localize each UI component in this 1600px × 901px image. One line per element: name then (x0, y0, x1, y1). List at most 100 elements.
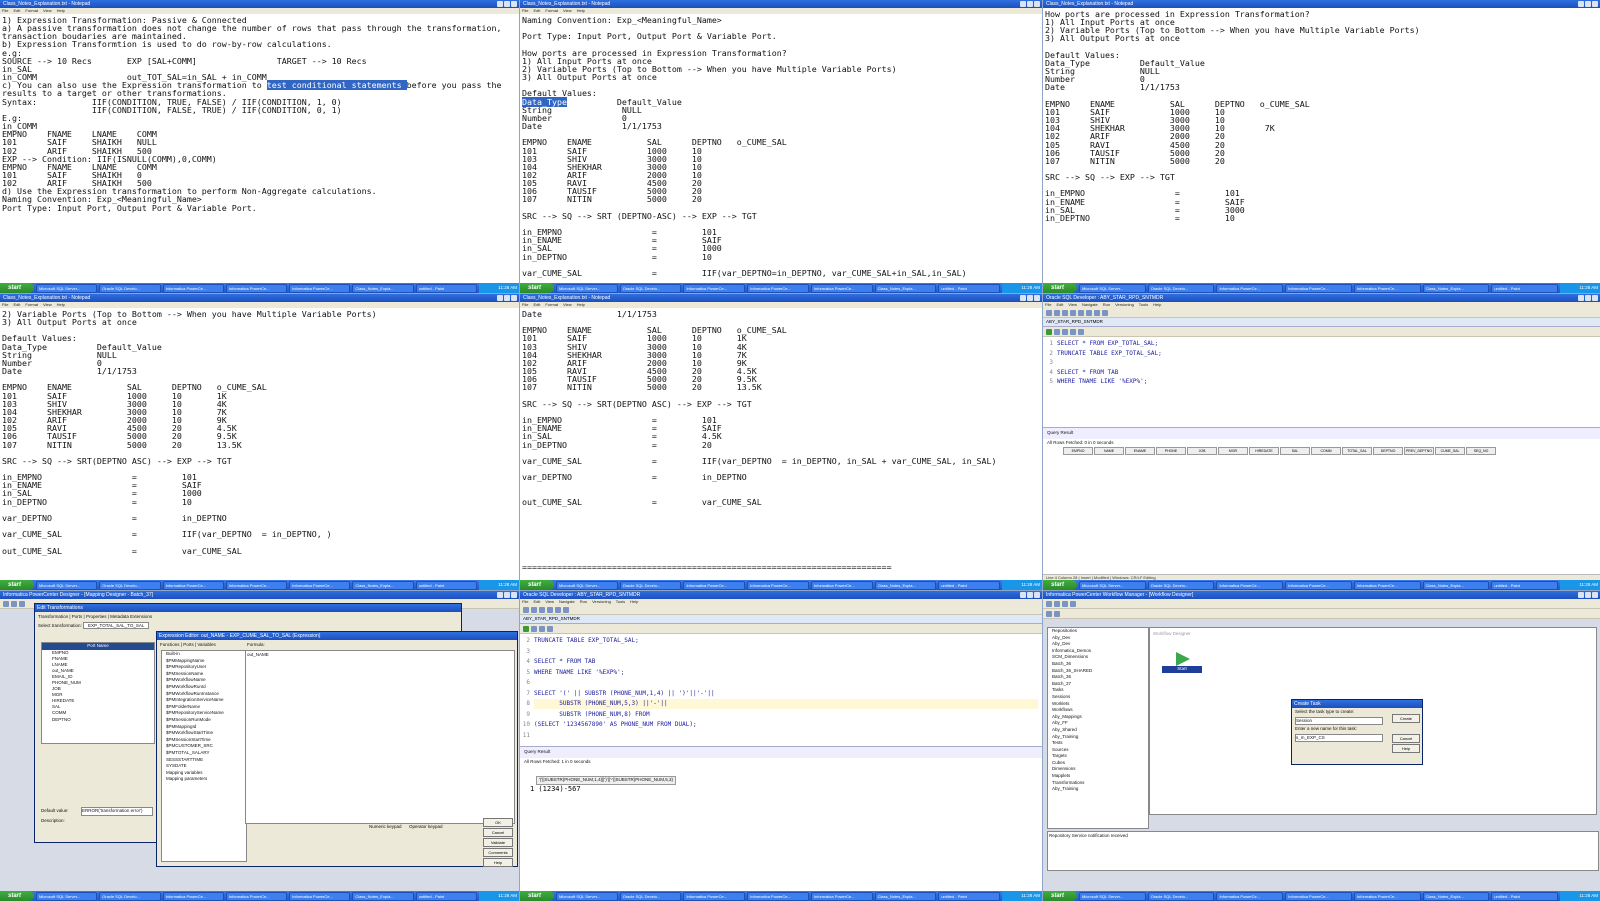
taskbar-item[interactable]: Oracle SQL Develo... (1147, 891, 1215, 901)
taskbar-item[interactable]: Informatica PowerCe... (1216, 580, 1284, 590)
menu-help[interactable]: Help (1153, 302, 1161, 307)
taskbar-item[interactable]: Oracle SQL Develo... (1147, 283, 1215, 293)
tree-item[interactable]: SCM_Dimensions (1052, 654, 1148, 661)
maximize-icon[interactable] (1585, 295, 1591, 301)
column-header[interactable]: DEPTNO (1373, 447, 1403, 455)
menu-run[interactable]: Run (580, 599, 587, 604)
menu-tools[interactable]: Tools (616, 599, 625, 604)
start-button[interactable]: start (520, 580, 554, 590)
minimize-icon[interactable] (497, 295, 503, 301)
menu-view[interactable]: View (563, 302, 572, 307)
tree-item[interactable]: $PMTOTAL_SALARY (166, 750, 246, 757)
back-icon[interactable] (563, 606, 569, 613)
minimize-icon[interactable] (1578, 295, 1584, 301)
tree-item[interactable]: $PMWorkflowStartTime (166, 730, 246, 737)
tree-item[interactable]: $PMWorkflowRunId (166, 684, 246, 691)
taskbar-item[interactable]: Informatica PowerCe... (1353, 891, 1421, 901)
column-header[interactable]: CUME_SAL (1435, 447, 1465, 455)
arrange-icon[interactable] (1054, 610, 1060, 617)
taskbar-item[interactable]: Oracle SQL Develo... (1147, 580, 1215, 590)
menu-versioning[interactable]: Versioning (1115, 302, 1134, 307)
tree-item[interactable]: $PMMappingId (166, 724, 246, 731)
tab-ports[interactable]: Ports (72, 614, 83, 619)
start-button[interactable]: start (1043, 580, 1077, 590)
close-icon[interactable] (1034, 592, 1040, 598)
worksheet-tab[interactable]: ABY_STAR_RPD_SNTMDR (520, 615, 1042, 624)
sql-editor[interactable]: 1 SELECT * FROM EXP_TOTAL_SAL; 2 TRUNCATE … (1043, 337, 1600, 428)
minimize-icon[interactable] (1020, 1, 1026, 7)
taskbar-item[interactable]: Informatica PowerCe... (162, 891, 224, 901)
taskbar-item[interactable]: Informatica PowerCe... (683, 891, 746, 901)
tree-item[interactable]: $PMCUSTOMER_SRC (166, 743, 246, 750)
maximize-icon[interactable] (1585, 592, 1591, 598)
menu-view[interactable]: View (1068, 302, 1077, 307)
menu-format[interactable]: Format (545, 302, 558, 307)
taskbar-item[interactable]: Class_Notes_Expla... (1422, 283, 1490, 293)
tab-variables[interactable]: Variables (197, 642, 215, 647)
taskbar-item[interactable]: Microsoft SQL Server... (556, 283, 618, 293)
default-value-field[interactable]: ERROR('transformation error') (81, 807, 153, 816)
taskbar-item[interactable]: Class_Notes_Expla... (1422, 580, 1490, 590)
tree-item[interactable]: $PMIntegrationServiceName (166, 697, 246, 704)
start-button[interactable]: start (1043, 283, 1077, 293)
taskbar-item[interactable]: Informatica PowerCe... (289, 891, 351, 901)
taskbar-item[interactable]: Informatica PowerCe... (1285, 580, 1352, 590)
tree-item[interactable]: Mapplets (1052, 773, 1148, 780)
tree-item[interactable]: Aby_Training (1052, 786, 1148, 793)
tree-item[interactable]: Aby_Shared (1052, 727, 1148, 734)
ok-button[interactable]: OK (483, 818, 513, 827)
menu-help[interactable]: Help (57, 302, 65, 307)
menu-file[interactable]: File (2, 8, 8, 13)
tree-item[interactable]: Targets (1052, 753, 1148, 760)
result-tab[interactable]: Query Result (524, 749, 550, 754)
tree-item[interactable]: Aby_FF (1052, 720, 1148, 727)
tab-functions[interactable]: Functions (160, 642, 180, 647)
undo-icon[interactable] (547, 606, 553, 613)
taskbar-item[interactable]: untitled - Paint (1491, 891, 1559, 901)
taskbar-item[interactable]: Informatica PowerCe... (1353, 283, 1421, 293)
maximize-icon[interactable] (1027, 295, 1033, 301)
minimize-icon[interactable] (1020, 295, 1026, 301)
tree-item[interactable]: Sources (1052, 747, 1148, 754)
taskbar-item[interactable]: Informatica PowerCe... (747, 891, 809, 901)
worksheet-tab[interactable]: ABY_STAR_RPD_SNTMDR (1043, 318, 1600, 327)
column-header[interactable]: COMM (1311, 447, 1341, 455)
taskbar-item[interactable]: Oracle SQL Develo... (99, 283, 161, 293)
taskbar-item[interactable]: Microsoft SQL Server... (36, 580, 98, 590)
tree-item[interactable]: Tasks (1052, 687, 1148, 694)
close-icon[interactable] (1592, 592, 1598, 598)
tree-item[interactable]: Dimensions (1052, 766, 1148, 773)
cancel-button[interactable]: Cancel (1392, 734, 1420, 743)
formula-editor[interactable]: out_NAME (245, 650, 515, 824)
start-button[interactable]: start (0, 891, 34, 901)
maximize-icon[interactable] (1027, 1, 1033, 7)
column-header[interactable]: PHONE (1156, 447, 1186, 455)
debug-icon[interactable] (1102, 309, 1108, 316)
tree-item[interactable]: SYSDATE (166, 763, 246, 770)
close-icon[interactable] (1592, 1, 1598, 7)
taskbar-item[interactable]: Informatica PowerCe... (225, 580, 288, 590)
taskbar-item[interactable]: Informatica PowerCe... (683, 580, 746, 590)
tree-item[interactable]: Repositories (1052, 628, 1148, 635)
rollback-icon[interactable] (547, 625, 553, 632)
back-icon[interactable] (1086, 309, 1092, 316)
tree-item[interactable]: Cubes (1052, 760, 1148, 767)
task-icon[interactable] (1062, 600, 1068, 607)
taskbar-item[interactable]: untitled - Paint (1491, 580, 1559, 590)
menu-edit[interactable]: Edit (533, 302, 540, 307)
minimize-icon[interactable] (497, 592, 503, 598)
tree-item[interactable]: $PMFolderName (166, 704, 246, 711)
tree-item[interactable]: Aby_Dev (1052, 635, 1148, 642)
taskbar-item[interactable]: Informatica PowerCe... (747, 283, 809, 293)
run-statement-icon[interactable] (523, 625, 529, 632)
column-header[interactable]: JOB (1187, 447, 1217, 455)
menu-view[interactable]: View (563, 8, 572, 13)
port-row[interactable]: DEPTNO (52, 717, 154, 723)
taskbar-item[interactable]: Informatica PowerCe... (747, 580, 809, 590)
menu-format[interactable]: Format (25, 8, 38, 13)
validate-icon[interactable] (19, 600, 25, 607)
menu-file[interactable]: File (1045, 302, 1051, 307)
column-header[interactable]: HIREDATE (1249, 447, 1279, 455)
menu-edit[interactable]: Edit (533, 8, 540, 13)
tree-item[interactable]: Aby_Dev (1052, 641, 1148, 648)
